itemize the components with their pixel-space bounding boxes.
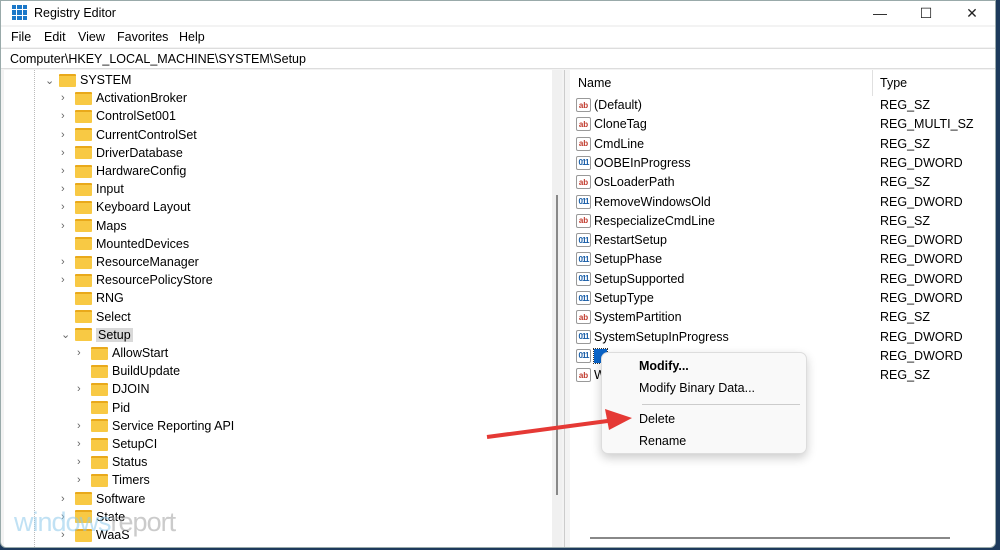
watermark-logo: windowsreport	[14, 507, 176, 537]
red-arrow-annotation	[486, 409, 632, 439]
